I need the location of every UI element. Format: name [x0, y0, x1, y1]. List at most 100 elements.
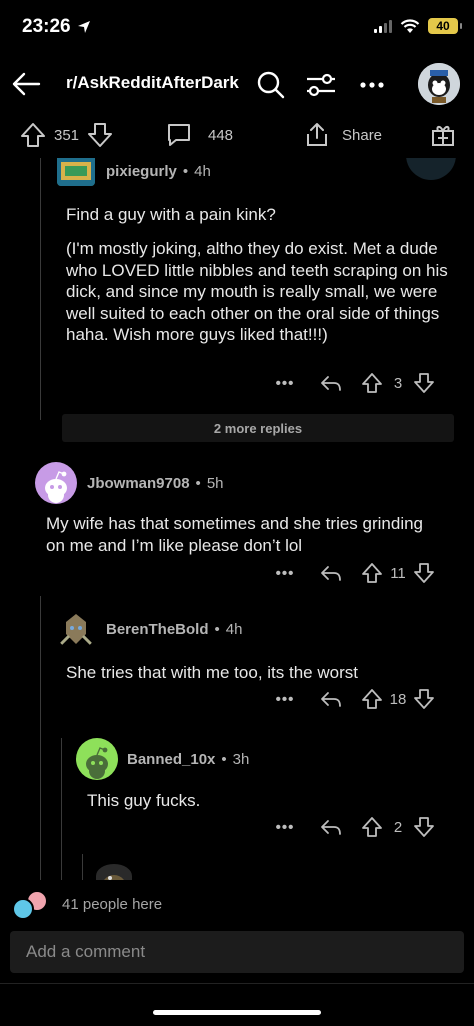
comment-age: 4h [225, 621, 243, 638]
post-actions-bar: 351 448 Share [0, 116, 474, 158]
comment-actions: ••• 2 [266, 816, 438, 838]
separator-dot: • [195, 475, 201, 492]
comment-bubble-icon [168, 124, 190, 146]
avatar-icon [57, 158, 95, 186]
post-comments-button[interactable]: 448 [166, 122, 233, 148]
wifi-icon [400, 18, 420, 33]
share-icon [307, 123, 327, 146]
more-replies-button[interactable]: 2 more replies [62, 414, 454, 442]
separator-dot: • [182, 163, 189, 180]
more-horizontal-icon [360, 82, 384, 88]
avatar-icon [104, 875, 124, 880]
comment-actions: ••• 18 [266, 688, 438, 710]
comment-body: (I'm mostly joking, altho they do exist.… [66, 239, 448, 344]
location-arrow-icon [77, 21, 90, 33]
search-button[interactable] [254, 68, 288, 102]
comment-actions: ••• 3 [266, 372, 438, 394]
avatar-icon [418, 63, 460, 105]
comment-thread: pixiegurly • 4h Find a guy with a pain k… [0, 158, 474, 880]
people-here-count: 41 people here [62, 896, 163, 913]
comment-header: Banned_10x • 3h [127, 751, 249, 768]
gift-icon [432, 125, 454, 146]
back-arrow-icon [12, 72, 41, 96]
upvote-icon[interactable] [358, 816, 386, 838]
snoo-avatar-icon [45, 471, 67, 503]
comment-actions: ••• 11 [266, 562, 438, 584]
reply-icon[interactable] [304, 374, 358, 392]
separator-dot: • [214, 621, 220, 638]
reply-icon[interactable] [304, 818, 358, 836]
thread-line [82, 854, 83, 880]
downvote-icon[interactable] [410, 562, 438, 584]
upvote-icon[interactable] [358, 562, 386, 584]
avatar[interactable] [55, 608, 97, 650]
comment-header: pixiegurly • 4h [106, 163, 211, 180]
reply-icon[interactable] [304, 564, 358, 582]
upvote-icon[interactable] [358, 688, 386, 710]
comment-pixiegurly: pixiegurly • 4h Find a guy with a pain k… [0, 158, 474, 408]
avatar[interactable] [57, 158, 95, 186]
comment-body: She tries that with me too, its the wors… [66, 663, 358, 682]
avatar[interactable] [96, 864, 132, 880]
comment-score: 18 [389, 690, 407, 708]
more-options-icon[interactable]: ••• [266, 691, 304, 708]
battery-level: 40 [436, 19, 450, 33]
more-options-icon[interactable]: ••• [266, 565, 304, 582]
home-indicator[interactable] [153, 1010, 321, 1015]
comment-score: 11 [390, 564, 406, 582]
divider [0, 983, 474, 984]
avatar[interactable] [35, 462, 77, 504]
people-avatars [10, 890, 54, 920]
comment-username[interactable]: Banned_10x [127, 751, 215, 768]
comment-berenthebold: BerenTheBold • 4h She tries that with me… [0, 604, 474, 724]
comment-body: This guy fucks. [87, 791, 201, 810]
comment-body: My wife has that sometimes and she tries… [46, 514, 424, 555]
share-button[interactable]: Share [304, 122, 382, 148]
award-button[interactable] [430, 122, 456, 148]
avatar[interactable] [76, 738, 118, 780]
back-button[interactable] [8, 66, 44, 102]
post-vote-group: 351 [20, 122, 113, 148]
comment-body: Find a guy with a pain kink? [66, 205, 276, 224]
warrior-avatar-icon [55, 608, 97, 650]
more-options-button[interactable] [355, 68, 389, 102]
comment-username[interactable]: pixiegurly [106, 163, 177, 180]
post-score: 351 [54, 126, 80, 144]
user-avatar[interactable] [418, 63, 460, 105]
downvote-icon[interactable] [410, 688, 438, 710]
comment-age: 5h [206, 475, 224, 492]
status-time-text: 23:26 [22, 16, 71, 37]
comment-score: 3 [393, 374, 403, 392]
people-here-bar: 41 people here [0, 884, 474, 924]
status-icons: 40 [374, 18, 462, 34]
upvote-icon[interactable] [358, 372, 386, 394]
snoo-avatar-icon [86, 747, 108, 779]
comment-username[interactable]: Jbowman9708 [87, 475, 190, 492]
comment-age: 4h [194, 163, 211, 180]
add-comment-input[interactable]: Add a comment [10, 931, 464, 973]
status-bar: 23:26 40 [0, 0, 474, 56]
avatar [12, 898, 34, 920]
subreddit-name[interactable]: r/AskRedditAfterDark [66, 73, 239, 93]
comment-header: BerenTheBold • 4h [106, 621, 242, 638]
upvote-icon[interactable] [20, 122, 46, 148]
comment-jbowman9708: Jbowman9708 • 5h My wife has that someti… [0, 458, 474, 588]
separator-dot: • [221, 751, 227, 768]
post-comment-count: 448 [208, 126, 234, 144]
battery-icon: 40 [428, 18, 462, 34]
search-icon [257, 71, 285, 99]
more-options-icon[interactable]: ••• [266, 819, 304, 836]
reply-icon[interactable] [304, 690, 358, 708]
downvote-icon[interactable] [410, 372, 438, 394]
comment-score: 2 [393, 818, 403, 836]
filter-sliders-icon [307, 73, 335, 97]
comment-banned-10x: Banned_10x • 3h This guy fucks. ••• 2 [0, 734, 474, 854]
collapse-button[interactable] [406, 158, 456, 180]
downvote-icon[interactable] [410, 816, 438, 838]
share-label: Share [342, 126, 383, 144]
top-nav: r/AskRedditAfterDark [0, 56, 474, 112]
more-options-icon[interactable]: ••• [266, 375, 304, 392]
sort-filter-button[interactable] [304, 68, 338, 102]
downvote-icon[interactable] [87, 122, 113, 148]
comment-username[interactable]: BerenTheBold [106, 621, 209, 638]
